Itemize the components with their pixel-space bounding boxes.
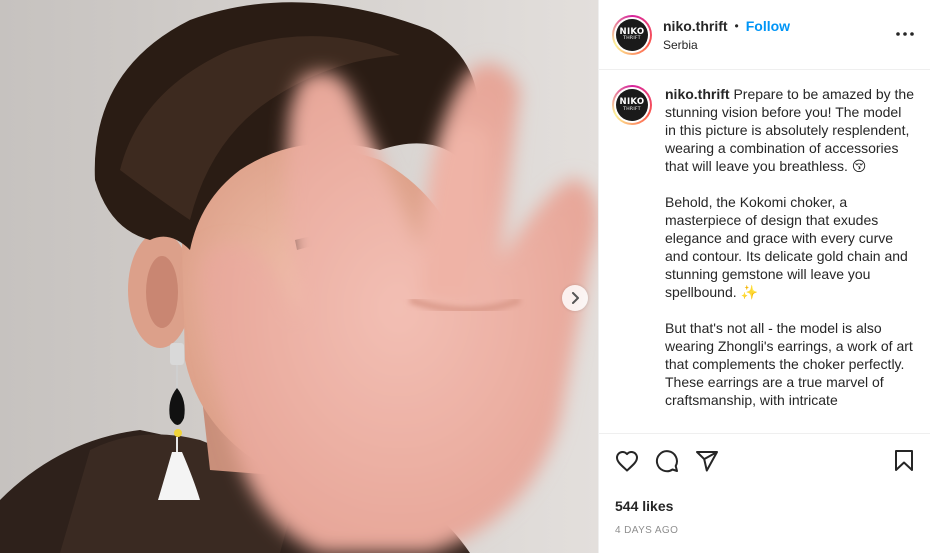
caption-paragraph: But that's not all - the model is also w… [665, 320, 913, 408]
header-row: niko.thrift • Follow [663, 18, 790, 34]
caption-avatar[interactable]: NIKO THRIFT [612, 85, 652, 433]
caption-paragraph: niko.thrift Prepare to be amazed by the … [665, 85, 915, 175]
logo-text-bottom: THRIFT [623, 36, 641, 41]
post-media[interactable] [0, 0, 598, 553]
more-horizontal-icon [896, 32, 914, 36]
caption-avatar-border: NIKO THRIFT [614, 87, 650, 123]
logo-text-top: NIKO [619, 97, 645, 107]
separator-dot: • [734, 18, 739, 33]
chevron-right-icon [572, 292, 579, 304]
send-icon [696, 450, 718, 471]
save-button[interactable] [890, 447, 918, 475]
like-button[interactable] [613, 447, 641, 475]
post-header: NIKO THRIFT niko.thrift • Follow Serbia [599, 0, 930, 70]
comment-button[interactable] [653, 447, 681, 475]
header-text: niko.thrift • Follow Serbia [663, 18, 790, 52]
caption-area: NIKO THRIFT niko.thrift Prepare to be am… [599, 70, 930, 433]
post-side-panel: NIKO THRIFT niko.thrift • Follow Serbia [598, 0, 930, 553]
bookmark-icon [895, 449, 913, 471]
post-photo [0, 0, 598, 553]
share-button[interactable] [693, 447, 721, 475]
follow-button[interactable]: Follow [746, 18, 790, 34]
action-bar [599, 434, 930, 474]
caption-text: niko.thrift Prepare to be amazed by the … [665, 85, 915, 433]
heart-icon [616, 450, 638, 471]
likes-count[interactable]: 544 likes [599, 498, 930, 514]
caption-username-link[interactable]: niko.thrift [665, 86, 730, 102]
caption-paragraph: Behold, the Kokomi choker, a masterpiece… [665, 194, 908, 300]
next-image-button[interactable] [562, 285, 588, 311]
location-link[interactable]: Serbia [663, 38, 790, 52]
more-options-button[interactable] [894, 26, 916, 42]
niko-thrift-logo: NIKO THRIFT [616, 89, 648, 121]
post-footer: 544 likes 4 DAYS AGO [599, 433, 930, 553]
avatar[interactable]: NIKO THRIFT [612, 14, 652, 55]
post-timestamp[interactable]: 4 DAYS AGO [599, 525, 930, 536]
avatar-border: NIKO THRIFT [614, 16, 650, 53]
caption-avatar-ring: NIKO THRIFT [612, 85, 652, 125]
comment-icon [655, 449, 678, 472]
logo-text-top: NIKO [619, 26, 645, 37]
username-link[interactable]: niko.thrift [663, 18, 728, 34]
niko-thrift-logo: NIKO THRIFT [616, 18, 648, 51]
instagram-post: NIKO THRIFT niko.thrift • Follow Serbia [0, 0, 930, 553]
logo-text-bottom: THRIFT [623, 106, 641, 112]
